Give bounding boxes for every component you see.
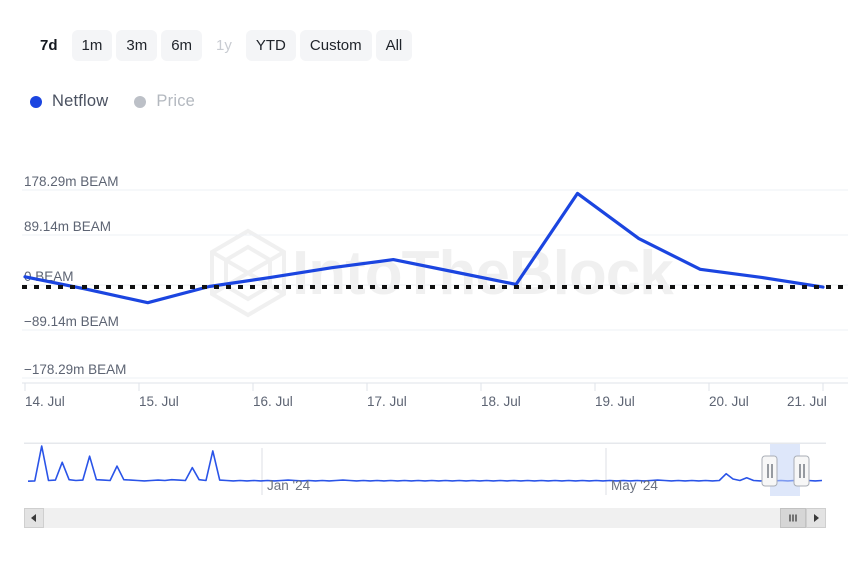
legend-label-price: Price — [156, 92, 195, 111]
navigator-handle-right[interactable] — [794, 456, 809, 486]
scrollbar-right-button[interactable] — [806, 508, 826, 528]
scrollbar-left-button[interactable] — [24, 508, 44, 528]
grip-lines-icon — [787, 512, 799, 524]
y-axis-label-178m: 178.29m BEAM — [24, 174, 119, 189]
range-tab-6m[interactable]: 6m — [161, 30, 202, 61]
chart-legend: Netflow Price — [30, 92, 195, 111]
navigator-label-may: May '24 — [611, 478, 658, 493]
hexagon-logo-icon — [212, 231, 284, 315]
legend-dot-icon-price — [134, 96, 146, 108]
legend-dot-icon-netflow — [30, 96, 42, 108]
y-axis-label-89m: 89.14m BEAM — [24, 219, 111, 234]
x-axis-label-3: 17. Jul — [367, 394, 407, 409]
netflow-chart[interactable]: IntoTheBlock 178.29m BEAM 89.14m BEAM 0 … — [0, 155, 850, 420]
range-tab-7d[interactable]: 7d — [30, 30, 68, 61]
x-axis-label-0: 14. Jul — [25, 394, 65, 409]
x-axis-label-2: 16. Jul — [253, 394, 293, 409]
range-tab-ytd[interactable]: YTD — [246, 30, 296, 61]
range-tab-3m[interactable]: 3m — [116, 30, 157, 61]
range-selector-tabs[interactable]: 7d 1m 3m 6m 1y YTD Custom All — [30, 30, 412, 61]
navigator-canvas: Jan '24 May '24 — [24, 440, 826, 500]
horizontal-scrollbar[interactable] — [24, 508, 826, 528]
caret-right-icon — [811, 513, 821, 523]
chart-canvas: IntoTheBlock 178.29m BEAM 89.14m BEAM 0 … — [0, 155, 850, 420]
range-tab-1y: 1y — [206, 30, 242, 61]
watermark-text: IntoTheBlock — [292, 239, 674, 308]
caret-left-icon — [29, 513, 39, 523]
navigator-sparkline — [28, 446, 822, 481]
x-axis-label-6: 20. Jul — [709, 394, 749, 409]
x-axis-label-4: 18. Jul — [481, 394, 521, 409]
legend-label-netflow: Netflow — [52, 92, 108, 111]
range-navigator[interactable]: Jan '24 May '24 — [24, 440, 826, 500]
x-axis-label-1: 15. Jul — [139, 394, 179, 409]
navigator-label-jan: Jan '24 — [267, 478, 311, 493]
range-tab-custom[interactable]: Custom — [300, 30, 372, 61]
legend-item-netflow[interactable]: Netflow — [30, 92, 108, 111]
range-tab-1m[interactable]: 1m — [72, 30, 113, 61]
range-tab-all[interactable]: All — [376, 30, 413, 61]
scrollbar-track[interactable] — [44, 508, 806, 528]
navigator-handle-left[interactable] — [762, 456, 777, 486]
y-axis-label-neg178m: −178.29m BEAM — [24, 362, 126, 377]
scrollbar-thumb[interactable] — [780, 508, 806, 528]
x-axis-label-5: 19. Jul — [595, 394, 635, 409]
x-axis-label-7: 21. Jul — [787, 394, 827, 409]
y-axis-label-neg89m: −89.14m BEAM — [24, 314, 119, 329]
watermark: IntoTheBlock — [212, 231, 674, 315]
legend-item-price[interactable]: Price — [134, 92, 195, 111]
